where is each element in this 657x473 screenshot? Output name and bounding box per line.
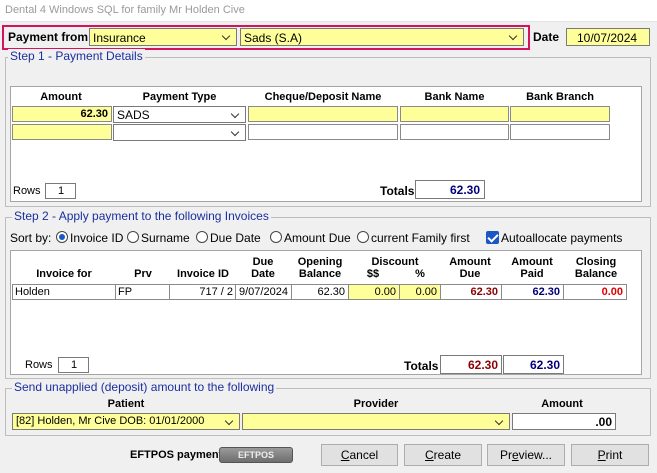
col-closing-line1: Closing (575, 256, 617, 268)
bank-name-cell-2[interactable] (400, 124, 509, 140)
prv-cell: FP (115, 284, 170, 300)
sort-amount-due-label[interactable]: Amount Due (284, 231, 351, 245)
opening-balance-cell: 62.30 (291, 284, 349, 300)
col-discount: Discount (371, 256, 419, 268)
col-amount: Amount (40, 91, 82, 103)
patient-select[interactable]: [82] Holden, Mr Cive DOB: 01/01/2000 (12, 413, 240, 430)
chevron-down-icon[interactable] (493, 415, 507, 429)
create-button[interactable]: Create (404, 444, 482, 466)
col-prv: Prv (134, 268, 152, 280)
totals-due-field: 62.30 (440, 355, 502, 374)
invoice-totals-label: Totals (404, 359, 439, 373)
eftpos-label: EFTPOS payment (130, 449, 223, 461)
date-field[interactable]: 10/07/2024 (566, 28, 650, 46)
invoice-id-cell: 717 / 2 (169, 284, 236, 300)
amount-label: Amount (541, 398, 583, 410)
amount-cell-2[interactable] (12, 124, 112, 140)
preview-button[interactable]: Preview... (487, 444, 565, 466)
col-closing-line2: Balance (574, 268, 618, 280)
insurer-select[interactable]: Sads (S.A) (240, 28, 524, 46)
autoallocate-label[interactable]: Autoallocate payments (501, 231, 622, 245)
date-label: Date (533, 30, 560, 44)
amount-due-cell: 62.30 (440, 284, 502, 300)
print-button[interactable]: Print (571, 444, 649, 466)
step2-title: Step 2 - Apply payment to the following … (12, 209, 271, 223)
bank-branch-cell[interactable] (510, 106, 610, 122)
payment-from-label: Payment from (8, 30, 89, 44)
bank-name-cell[interactable] (400, 106, 509, 122)
cheque-name-cell[interactable] (248, 106, 398, 122)
rows-label: Rows (13, 185, 41, 197)
chevron-down-icon[interactable] (229, 108, 243, 122)
col-discount-pct: % (415, 268, 425, 280)
sort-surname-label[interactable]: Surname (141, 231, 190, 245)
step1-title: Step 1 - Payment Details (8, 49, 145, 63)
sort-by-label: Sort by: (10, 231, 52, 245)
sort-invoice-id-label[interactable]: Invoice ID (70, 231, 123, 245)
chevron-down-icon[interactable] (220, 30, 234, 44)
amount-cell[interactable]: 62.30 (12, 106, 112, 122)
col-amount-due-line1: Amount (449, 256, 491, 268)
payment-source-select[interactable]: Insurance (89, 28, 237, 46)
col-discount-amt: $$ (366, 268, 380, 280)
chevron-down-icon[interactable] (223, 415, 237, 429)
col-amount-paid-line2: Paid (520, 268, 544, 280)
col-opening-line1: Opening (297, 256, 343, 268)
due-date-cell: 9/07/2024 (235, 284, 292, 300)
patient-label: Patient (107, 398, 145, 410)
payment-details-panel (10, 86, 642, 202)
autoallocate-checkbox[interactable] (486, 231, 499, 244)
discount-percent-cell[interactable]: 0.00 (399, 284, 441, 300)
discount-amount-cell[interactable]: 0.00 (348, 284, 400, 300)
sort-invoice-id-radio[interactable] (56, 231, 68, 243)
sort-due-date-radio[interactable] (196, 231, 208, 243)
title-bar: Dental 4 Windows SQL for family Mr Holde… (0, 0, 657, 22)
sort-amount-due-radio[interactable] (270, 231, 282, 243)
totals-field: 62.30 (415, 180, 485, 199)
col-opening-line2: Balance (298, 268, 342, 280)
eftpos-button[interactable]: EFTPOS (219, 447, 293, 463)
invoice-rows-field[interactable]: 1 (58, 357, 89, 373)
invoice-for-cell: Holden (12, 284, 116, 300)
col-invoice-id: Invoice ID (177, 268, 229, 280)
col-bank-branch: Bank Branch (526, 91, 594, 103)
totals-label: Totals (380, 184, 415, 198)
sort-family-first-label[interactable]: current Family first (371, 231, 470, 245)
unapplied-amount-field[interactable]: .00 (512, 413, 616, 430)
totals-paid-field: 62.30 (503, 355, 564, 374)
col-payment-type: Payment Type (142, 91, 217, 103)
chevron-down-icon[interactable] (507, 30, 521, 44)
chevron-down-icon[interactable] (229, 126, 243, 140)
sort-due-date-label[interactable]: Due Date (210, 231, 261, 245)
eftpos-logo: EFTPOS (237, 450, 274, 460)
provider-label: Provider (353, 398, 399, 410)
invoice-rows-label: Rows (25, 359, 53, 371)
payment-type-select-2[interactable] (113, 124, 246, 141)
provider-select[interactable] (242, 413, 510, 430)
unapplied-title: Send unapplied (deposit) amount to the f… (12, 380, 277, 394)
col-bank-name: Bank Name (424, 91, 485, 103)
cheque-name-cell-2[interactable] (248, 124, 398, 140)
col-invoice-for: Invoice for (36, 268, 92, 280)
cancel-button[interactable]: Cancel (321, 444, 398, 466)
sort-surname-radio[interactable] (127, 231, 139, 243)
amount-paid-cell[interactable]: 62.30 (501, 284, 564, 300)
col-due-line2: Date (251, 268, 275, 280)
col-amount-due-line2: Due (459, 268, 481, 280)
col-amount-paid-line1: Amount (511, 256, 553, 268)
payment-type-select[interactable]: SADS (113, 106, 246, 123)
col-due-line1: Due (252, 256, 274, 268)
rows-field[interactable]: 1 (45, 183, 76, 199)
closing-balance-cell: 0.00 (563, 284, 627, 300)
window-title: Dental 4 Windows SQL for family Mr Holde… (5, 4, 245, 16)
col-cheque-name: Cheque/Deposit Name (264, 91, 382, 103)
sort-family-first-radio[interactable] (357, 231, 369, 243)
bank-branch-cell-2[interactable] (510, 124, 610, 140)
